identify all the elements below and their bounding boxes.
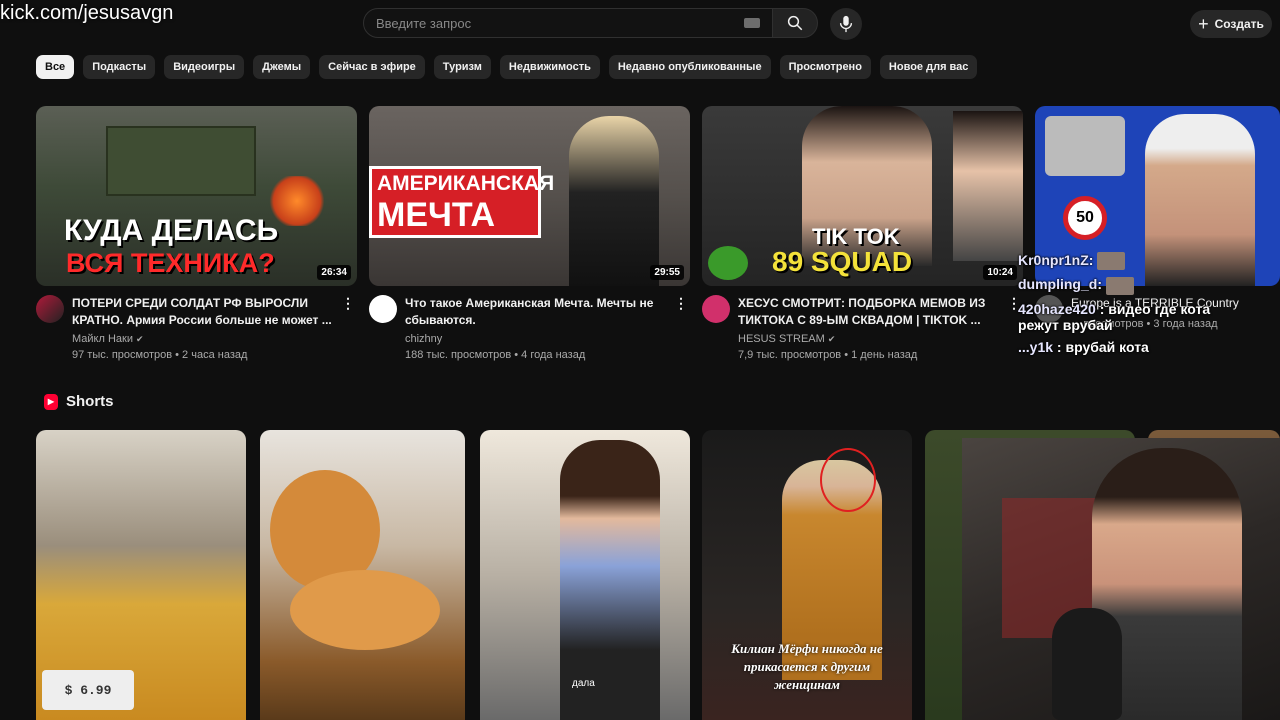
chip-jams[interactable]: Джемы: [253, 55, 311, 79]
short-card[interactable]: $ 6.99: [36, 430, 246, 720]
video-card[interactable]: КУДА ДЕЛАСЬ ВСЯ ТЕХНИКА? 26:34 ПОТЕРИ СР…: [36, 106, 357, 361]
plus-icon: +: [1198, 14, 1209, 34]
highlight-circle: [820, 448, 876, 512]
channel-avatar[interactable]: [702, 295, 730, 323]
shorts-icon: ▶: [44, 393, 58, 410]
chat-message: ...y1k : врубай кота: [1018, 339, 1228, 355]
chip-tourism[interactable]: Туризм: [433, 55, 491, 79]
chip-watched[interactable]: Просмотрено: [779, 55, 871, 79]
video-title[interactable]: ХЕСУС СМОТРИТ: ПОДБОРКА МЕМОВ ИЗ ТИКТОКА…: [738, 295, 1003, 329]
search-icon: [787, 15, 803, 31]
short-caption: дала: [572, 678, 595, 689]
channel-avatar[interactable]: [36, 295, 64, 323]
video-card[interactable]: TIK TOK 89 SQUAD 10:24 ХЕСУС СМОТРИТ: ПО…: [702, 106, 1023, 361]
thumbnail-headline: АМЕРИКАНСКАЯ: [377, 172, 555, 195]
chat-text: : врубай кота: [1056, 338, 1149, 355]
voice-search-button[interactable]: [830, 8, 862, 40]
search-input[interactable]: [376, 15, 744, 31]
pepe-emote: [708, 246, 748, 280]
more-options-icon[interactable]: ⋮: [341, 295, 355, 312]
chip-real-estate[interactable]: Недвижимость: [499, 55, 600, 79]
video-duration: 10:24: [983, 265, 1017, 280]
verified-icon: ✔: [136, 334, 144, 344]
chat-username: Kr0npr1nZ: [1018, 252, 1089, 268]
chat-username: dumpling_d: [1018, 276, 1098, 293]
chip-recently-uploaded[interactable]: Недавно опубликованные: [608, 55, 771, 79]
chip-live[interactable]: Сейчас в эфире: [319, 55, 425, 79]
channel-name[interactable]: HESUS STREAM ✔: [738, 333, 1003, 345]
video-stats: 188 тыс. просмотров • 4 года назад: [405, 349, 586, 361]
chat-emote-icon: [1105, 276, 1134, 295]
channel-name-text: Майкл Наки: [72, 333, 133, 345]
price-tag: $ 6.99: [42, 670, 134, 710]
chat-text: :: [1097, 276, 1102, 293]
chip-new-to-you[interactable]: Новое для вас: [879, 55, 978, 79]
chat-message: 420haze420 : видео где кота режут врубай: [1018, 301, 1228, 333]
stream-url-overlay: kick.com/jesusavgn: [0, 2, 174, 24]
channel-name-text: HESUS STREAM: [738, 333, 825, 345]
tank-shape: [106, 126, 256, 196]
chat-username: 420haze420: [1018, 300, 1096, 317]
video-thumbnail[interactable]: TIK TOK 89 SQUAD 10:24: [702, 106, 1023, 286]
channel-name[interactable]: chizhny: [405, 333, 670, 345]
thumbnail-subheadline: 89 SQUAD: [772, 246, 913, 277]
search-button[interactable]: [772, 8, 818, 38]
short-caption: Килиан Мёрфи никогда не прикасается к др…: [731, 641, 883, 692]
channel-avatar[interactable]: [369, 295, 397, 323]
video-title[interactable]: ПОТЕРИ СРЕДИ СОЛДАТ РФ ВЫРОСЛИ КРАТНО. А…: [72, 295, 337, 329]
chip-podcasts[interactable]: Подкасты: [83, 55, 156, 79]
streamer-webcam: [962, 438, 1280, 720]
cat-cake-shape: [290, 570, 440, 650]
video-card[interactable]: АМЕРИКАНСКАЯ МЕЧТА 29:55 Что такое Амери…: [369, 106, 690, 361]
shorts-title: Shorts: [66, 393, 114, 410]
speed-limit-sign: 50: [1063, 196, 1107, 240]
video-stats: 97 тыс. просмотров • 2 часа назад: [72, 349, 248, 361]
stream-chat-overlay: Kr0npr1nZ: dumpling_d: 420haze420 : виде…: [1018, 252, 1228, 361]
video-title[interactable]: Что такое Американская Мечта. Мечты не с…: [405, 295, 670, 329]
short-card[interactable]: [260, 430, 465, 720]
video-duration: 26:34: [317, 265, 351, 280]
keyboard-icon[interactable]: [744, 18, 760, 28]
chat-emote-icon: [1097, 252, 1126, 271]
video-thumbnail[interactable]: АМЕРИКАНСКАЯ МЕЧТА 29:55: [369, 106, 690, 286]
shorts-heading: ▶ Shorts: [44, 393, 114, 410]
video-stats: 7,9 тыс. просмотров • 1 день назад: [738, 349, 918, 361]
woman-figure: [569, 116, 659, 286]
chat-username: ...y1k: [1018, 338, 1054, 355]
microphone-icon: [839, 15, 853, 33]
channel-name[interactable]: Майкл Наки ✔: [72, 333, 337, 345]
filter-chips: Все Подкасты Видеоигры Джемы Сейчас в эф…: [36, 55, 978, 79]
short-card[interactable]: дала: [480, 430, 690, 720]
chat-message: Kr0npr1nZ:: [1018, 252, 1228, 271]
verified-icon: ✔: [827, 334, 836, 344]
video-thumbnail[interactable]: КУДА ДЕЛАСЬ ВСЯ ТЕХНИКА? 26:34: [36, 106, 357, 286]
chip-all[interactable]: Все: [36, 55, 75, 79]
thumbnail-headline: КУДА ДЕЛАСЬ: [64, 214, 279, 247]
thumbnail-subheadline: ВСЯ ТЕХНИКА?: [66, 248, 275, 278]
short-card[interactable]: Килиан Мёрфи никогда не прикасается к др…: [702, 430, 912, 720]
thumbnail-subheadline: МЕЧТА: [377, 196, 496, 234]
second-face: [953, 111, 1023, 261]
car-shape: [1045, 116, 1125, 176]
microphone-shape: [1052, 608, 1122, 720]
chat-message: dumpling_d:: [1018, 276, 1228, 295]
chat-text: :: [1088, 252, 1094, 268]
search-box[interactable]: [363, 8, 773, 38]
more-options-icon[interactable]: ⋮: [674, 295, 688, 312]
create-button[interactable]: + Создать: [1190, 10, 1272, 38]
chip-videogames[interactable]: Видеоигры: [164, 55, 245, 79]
video-duration: 29:55: [650, 265, 684, 280]
create-label: Создать: [1214, 17, 1264, 31]
